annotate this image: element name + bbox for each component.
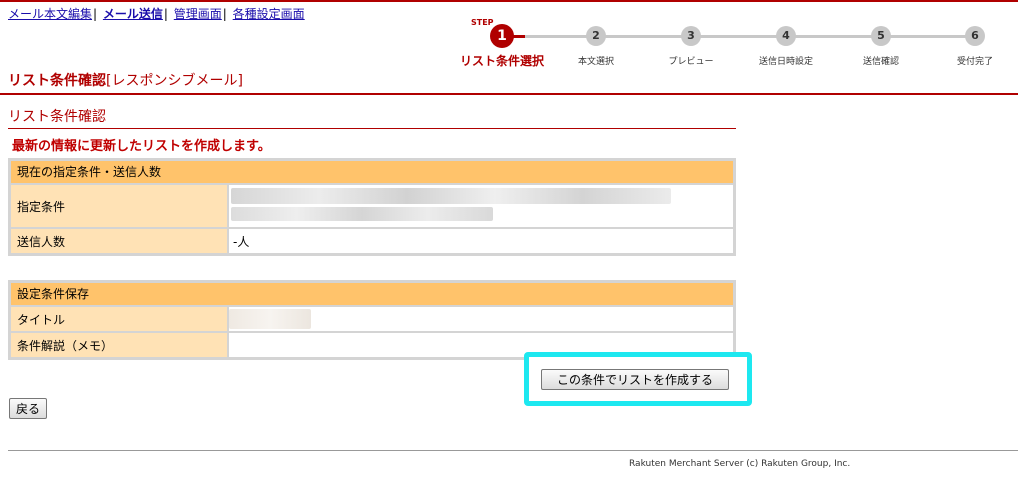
footer-divider bbox=[8, 450, 1018, 451]
recipient-count-value: -人 bbox=[229, 229, 733, 253]
step-4-marker: 4 bbox=[776, 26, 796, 46]
save-conditions-panel: 設定条件保存 タイトル 条件解説（メモ） bbox=[8, 280, 736, 360]
step-2-label: 本文選択 bbox=[577, 57, 615, 67]
title-divider bbox=[0, 93, 1018, 95]
step-6-marker: 6 bbox=[965, 26, 985, 46]
conditions-row: 指定条件 bbox=[11, 185, 733, 227]
step-3-marker: 3 bbox=[681, 26, 701, 46]
conditions-panel: 現在の指定条件・送信人数 指定条件 送信人数 -人 bbox=[8, 158, 736, 256]
save-panel-heading: 設定条件保存 bbox=[11, 283, 733, 305]
step-1-label: リスト条件選択 bbox=[459, 54, 545, 68]
section-divider bbox=[8, 128, 736, 129]
section-title: リスト条件確認 bbox=[8, 109, 106, 125]
nav-separator: | bbox=[222, 7, 227, 21]
recipient-count-label: 送信人数 bbox=[11, 229, 227, 253]
conditions-value bbox=[229, 185, 733, 227]
page-title-sub: [レスポンシブメール] bbox=[106, 73, 243, 89]
redacted-conditions-line-1 bbox=[231, 188, 671, 204]
step-3-label: プレビュー bbox=[668, 57, 714, 67]
top-nav: メール本文編集| メール送信| 管理画面| 各種設定画面 bbox=[8, 5, 305, 22]
page-title: リスト条件確認[レスポンシブメール] bbox=[8, 70, 243, 90]
nav-link-mail-body-edit[interactable]: メール本文編集 bbox=[8, 7, 92, 21]
page-title-main: リスト条件確認 bbox=[8, 73, 106, 89]
step-2-marker: 2 bbox=[586, 26, 606, 46]
conditions-panel-heading: 現在の指定条件・送信人数 bbox=[11, 161, 733, 183]
create-list-button[interactable]: この条件でリストを作成する bbox=[541, 369, 729, 390]
top-rule bbox=[0, 0, 1018, 2]
redacted-conditions-line-2 bbox=[231, 207, 493, 221]
step-1-marker: 1 bbox=[490, 24, 514, 48]
step-5-marker: 5 bbox=[871, 26, 891, 46]
recipient-count-row: 送信人数 -人 bbox=[11, 229, 733, 253]
step-6-label: 受付完了 bbox=[956, 57, 994, 67]
step-indicator: STEP 1 2 3 4 5 6 リスト条件選択 本文選択 プレビュー 送信日時… bbox=[455, 18, 1015, 70]
conditions-label: 指定条件 bbox=[11, 185, 227, 227]
memo-label: 条件解説（メモ） bbox=[11, 333, 227, 357]
redacted-title bbox=[229, 309, 311, 329]
nav-link-admin[interactable]: 管理画面 bbox=[174, 7, 222, 21]
notice-message: 最新の情報に更新したリストを作成します。 bbox=[12, 139, 271, 154]
step-4-label: 送信日時設定 bbox=[758, 57, 814, 67]
step-tag: STEP bbox=[471, 18, 494, 27]
step-5-label: 送信確認 bbox=[862, 57, 900, 67]
nav-separator: | bbox=[163, 7, 168, 21]
title-value bbox=[229, 307, 733, 331]
nav-separator: | bbox=[93, 7, 98, 21]
nav-link-settings[interactable]: 各種設定画面 bbox=[233, 7, 305, 21]
nav-link-mail-send[interactable]: メール送信 bbox=[103, 7, 163, 21]
footer-copyright: Rakuten Merchant Server (c) Rakuten Grou… bbox=[629, 459, 851, 469]
title-label: タイトル bbox=[11, 307, 227, 331]
title-row: タイトル bbox=[11, 307, 733, 331]
back-button[interactable]: 戻る bbox=[9, 398, 47, 419]
